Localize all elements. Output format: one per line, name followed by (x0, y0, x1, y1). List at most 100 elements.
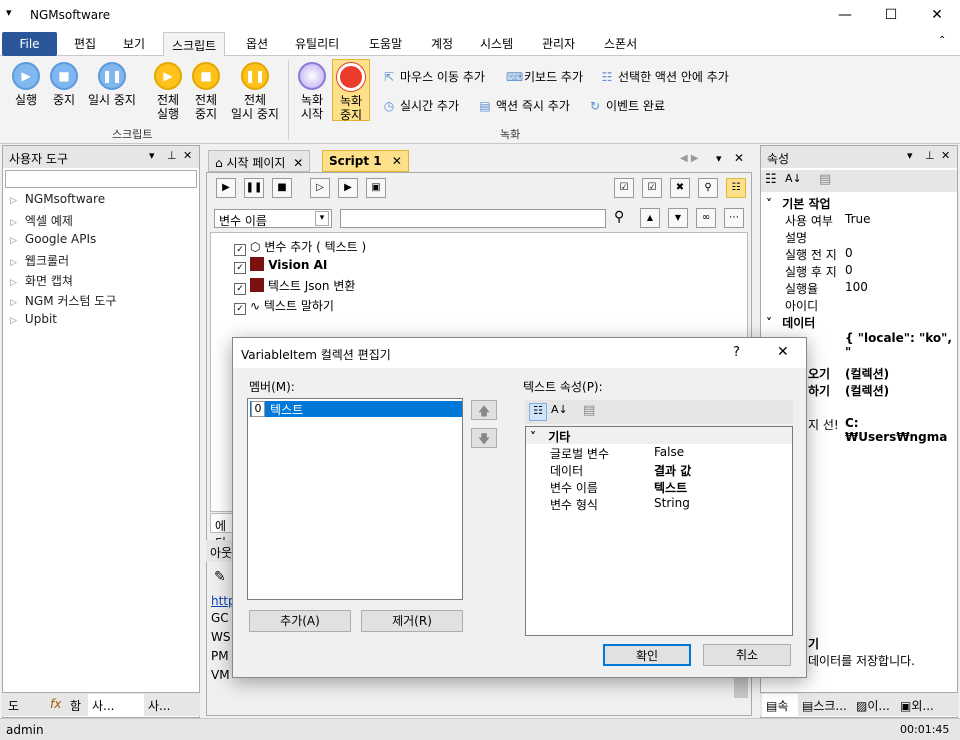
run-button[interactable]: ▶ 실행 (6, 62, 46, 107)
editor-search-input[interactable] (340, 209, 606, 228)
check-all-icon[interactable]: ☑ (614, 178, 634, 198)
categorized-icon[interactable]: ☷ (529, 403, 547, 421)
menu-file[interactable]: File (2, 32, 57, 56)
prop-value[interactable]: 0 (845, 263, 853, 277)
pin-icon[interactable]: ⊥ (925, 149, 935, 162)
collapse-ribbon-icon[interactable]: ⌃ (938, 35, 946, 46)
categorized-icon[interactable]: ☷ (765, 172, 777, 187)
prop-value[interactable]: 결과 값 (654, 462, 691, 479)
prop-value[interactable]: True (845, 212, 871, 226)
checkbox[interactable]: ✓ (234, 283, 246, 295)
tab-user[interactable]: 사... (88, 694, 144, 716)
tree-item[interactable]: ▷ 화면 캡쳐 (10, 272, 73, 289)
menu-script[interactable]: 스크립트 (163, 32, 226, 57)
search-icon[interactable]: ⚲ (698, 178, 718, 198)
property-pages-icon[interactable]: ▤ (819, 172, 831, 187)
category-data[interactable]: ˅ 데이터 (766, 314, 815, 331)
tab-script-1[interactable]: Script 1 ✕ (322, 150, 409, 172)
action-item[interactable]: ✓ ⬡ 변수 추가 ( 텍스트 ) (234, 238, 366, 256)
play-icon[interactable]: ▶ (216, 178, 236, 198)
tree-item[interactable]: ▷ NGM 커스텀 도구 (10, 292, 116, 309)
property-pages-icon[interactable]: ▤ (583, 403, 595, 418)
tree-item[interactable]: ▷ Google APIs (10, 232, 96, 246)
checkbox[interactable]: ✓ (234, 303, 246, 315)
sort-az-icon[interactable]: A↓ (785, 172, 802, 185)
prop-value[interactable]: 100 (845, 280, 868, 294)
scroll-left-icon[interactable]: ◀ ▶ (680, 153, 699, 164)
add-realtime-button[interactable]: ◷ 실시간 추가 (382, 97, 459, 114)
close-icon[interactable]: ✕ (392, 154, 402, 168)
member-item[interactable]: 0 텍스트 (250, 401, 462, 417)
stop-icon[interactable]: ■ (272, 178, 292, 198)
more-icon[interactable]: ⋯ (724, 208, 744, 228)
prop-value[interactable]: C:₩Users₩ngma (845, 416, 960, 444)
tab-image[interactable]: ▨이... (856, 697, 890, 714)
close-icon[interactable]: ✕ (183, 149, 192, 162)
prop-value[interactable]: False (654, 445, 684, 459)
loop-icon[interactable]: ∞ (696, 208, 716, 228)
menu-edit[interactable]: 편집 (74, 35, 96, 52)
variable-select[interactable]: 변수 이름 ▾ (214, 209, 332, 228)
tab-properties[interactable]: ▤속 (762, 694, 798, 716)
tab-script[interactable]: ▤스크... (802, 697, 847, 714)
stop-button[interactable]: ■ 중지 (46, 62, 82, 107)
help-button[interactable]: ? (733, 345, 740, 360)
tree-view-icon[interactable]: ☷ (726, 178, 746, 198)
system-menu-icon[interactable]: ▾ (6, 6, 12, 19)
step-into-icon[interactable]: ▶ (338, 178, 358, 198)
close-icon[interactable]: ✕ (734, 151, 744, 165)
prop-value[interactable]: 0 (845, 246, 853, 260)
cancel-button[interactable]: 취소 (703, 644, 791, 666)
move-up-button[interactable]: 🡅 (471, 400, 497, 420)
pause-all-button[interactable]: ❚❚ 전체 일시 중지 (226, 62, 284, 121)
category-basic[interactable]: ˅ 기본 작업 (766, 195, 831, 212)
search-icon[interactable]: ⚲ (614, 209, 624, 225)
tree-item[interactable]: ▷ Upbit (10, 312, 57, 326)
menu-view[interactable]: 보기 (123, 35, 145, 52)
menu-sponsor[interactable]: 스폰서 (604, 35, 637, 52)
checkbox[interactable]: ✓ (234, 262, 246, 274)
pin-icon[interactable]: ⊥ (167, 149, 177, 162)
add-inside-action-button[interactable]: ☷ 선택한 액션 안에 추가 (600, 68, 729, 85)
remove-button[interactable]: 제거(R) (361, 610, 463, 632)
menu-utility[interactable]: 유틸리티 (295, 35, 339, 52)
prop-value[interactable]: { "locale": "ko", " (845, 331, 960, 359)
close-icon[interactable]: ✕ (293, 156, 303, 170)
menu-admin[interactable]: 관리자 (542, 35, 575, 52)
stop-all-button[interactable]: ■ 전체 중지 (188, 62, 224, 121)
close-icon[interactable]: ✕ (941, 149, 950, 162)
dropdown-icon[interactable]: ▾ (716, 152, 722, 165)
pause-button[interactable]: ❚❚ 일시 중지 (84, 62, 140, 107)
tab-user-2[interactable]: 사... (148, 697, 170, 714)
tool-search-input[interactable] (5, 170, 197, 188)
arrow-down-icon[interactable]: ▼ (668, 208, 688, 228)
tree-item[interactable]: ▷ 엑셀 예제 (10, 212, 73, 229)
category-other[interactable]: ˅ 기타 (526, 427, 792, 444)
add-mouse-move-button[interactable]: ⇱ 마우스 이동 추가 (382, 68, 485, 85)
add-button[interactable]: 추가(A) (249, 610, 351, 632)
members-list[interactable]: 0 텍스트 (247, 398, 463, 600)
close-button[interactable]: ✕ (914, 0, 960, 30)
delete-icon[interactable]: ✖ (670, 178, 690, 198)
tab-external[interactable]: ▣외... (900, 697, 934, 714)
scrollbar[interactable] (734, 678, 748, 698)
menu-options[interactable]: 옵션 (246, 35, 268, 52)
run-all-button[interactable]: ▶ 전체 실행 (150, 62, 186, 121)
record-stop-button[interactable]: 녹화 중지 (332, 59, 370, 122)
action-item[interactable]: ✓ 텍스트 Json 변환 (234, 277, 355, 295)
record-start-button[interactable]: 녹화 시작 (294, 62, 330, 121)
action-item[interactable]: ✓ ∿ 텍스트 말하기 (234, 297, 334, 315)
prop-value[interactable]: (컬렉션) (845, 382, 889, 399)
dropdown-icon[interactable]: ▾ (149, 149, 155, 162)
action-item[interactable]: ✓ Vision AI (234, 257, 327, 274)
arrow-up-icon[interactable]: ▲ (640, 208, 660, 228)
menu-system[interactable]: 시스템 (480, 35, 513, 52)
add-keyboard-button[interactable]: ⌨키보드 추가 (506, 68, 583, 85)
prop-value[interactable]: (컬렉션) (845, 365, 889, 382)
tree-item[interactable]: ▷ NGMsoftware (10, 192, 105, 206)
minimize-button[interactable]: — (822, 0, 868, 30)
sort-az-icon[interactable]: A↓ (551, 403, 568, 416)
pause-icon[interactable]: ❚❚ (244, 178, 264, 198)
checkbox[interactable]: ✓ (234, 244, 246, 256)
dropdown-icon[interactable]: ▾ (907, 149, 913, 162)
